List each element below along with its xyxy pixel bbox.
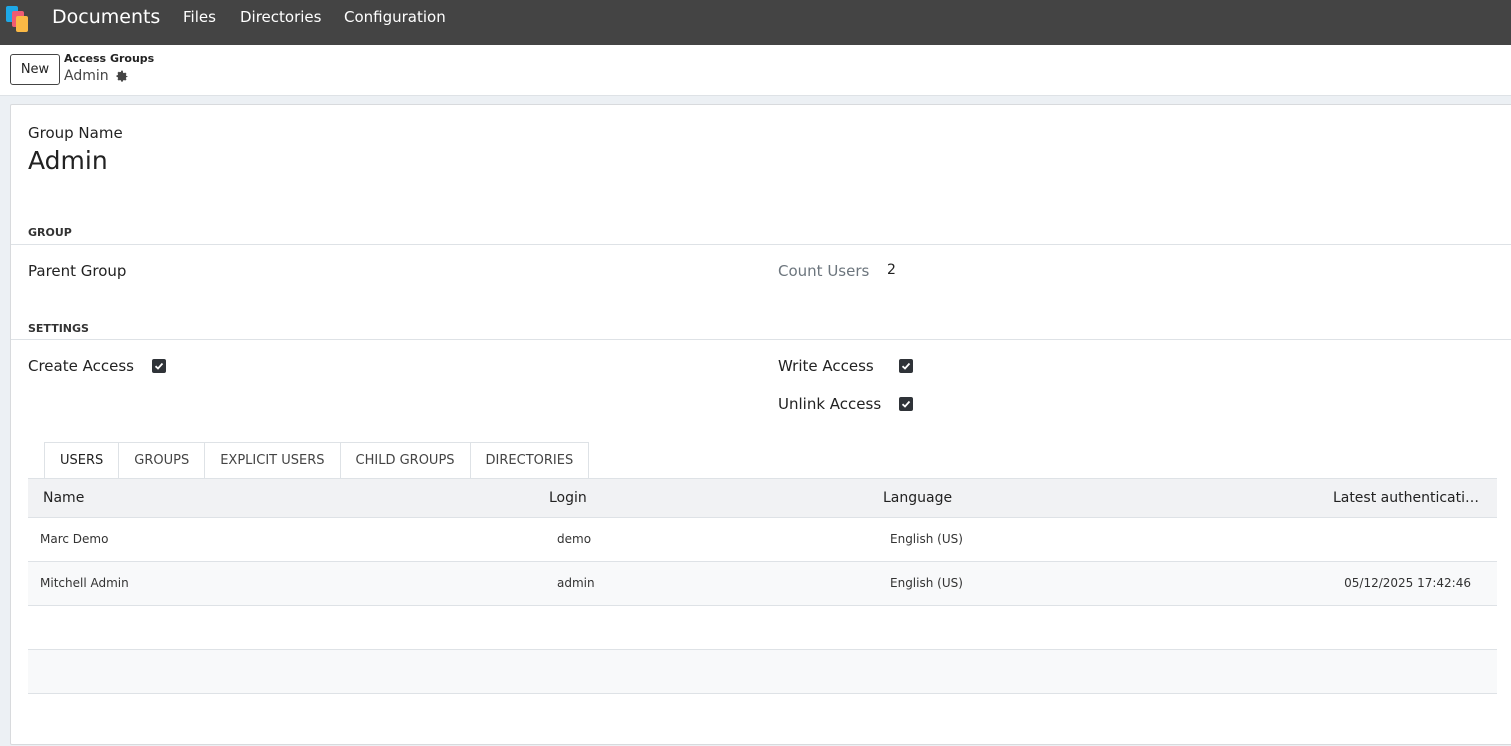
table-row[interactable]: Mitchell Admin admin English (US) 05/12/… bbox=[28, 562, 1497, 606]
notebook-tabs: USERS GROUPS EXPLICIT USERS CHILD GROUPS… bbox=[44, 442, 590, 479]
column-header-name[interactable]: Name bbox=[43, 479, 84, 517]
empty-table-row bbox=[28, 650, 1497, 694]
app-name[interactable]: Documents bbox=[52, 0, 160, 35]
section-divider bbox=[11, 244, 1511, 245]
column-header-latest-authentication[interactable]: Latest authenticati… bbox=[1333, 479, 1479, 517]
parent-group-label: Parent Group bbox=[28, 262, 127, 280]
cell-name: Marc Demo bbox=[40, 532, 109, 546]
count-users-label: Count Users bbox=[778, 262, 870, 280]
cell-login: admin bbox=[557, 576, 595, 590]
breadcrumb-access-groups[interactable]: Access Groups bbox=[64, 52, 154, 65]
breadcrumb-current: Admin bbox=[64, 68, 109, 84]
gear-icon[interactable] bbox=[115, 70, 129, 84]
cell-language: English (US) bbox=[890, 576, 963, 590]
column-header-language[interactable]: Language bbox=[883, 479, 952, 517]
write-access-checkbox[interactable] bbox=[899, 359, 913, 373]
cell-language: English (US) bbox=[890, 532, 963, 546]
menu-item-configuration[interactable]: Configuration bbox=[344, 0, 446, 35]
control-panel: New Access Groups Admin bbox=[0, 45, 1511, 96]
check-icon bbox=[901, 400, 911, 408]
menu-item-directories[interactable]: Directories bbox=[240, 0, 321, 35]
check-icon bbox=[154, 362, 164, 370]
documents-app-icon[interactable] bbox=[5, 5, 31, 33]
cell-login: demo bbox=[557, 532, 592, 546]
tab-users[interactable]: USERS bbox=[44, 442, 120, 479]
form-sheet: Group Name Admin GROUP Parent Group Coun… bbox=[10, 104, 1511, 745]
write-access-label: Write Access bbox=[778, 357, 874, 375]
top-navbar: Documents Files Directories Configuratio… bbox=[0, 0, 1511, 45]
group-name-label: Group Name bbox=[28, 124, 123, 142]
column-header-login[interactable]: Login bbox=[549, 479, 587, 517]
empty-table-row bbox=[28, 606, 1497, 650]
cell-latest-auth: 05/12/2025 17:42:46 bbox=[1344, 576, 1471, 590]
section-group-heading: GROUP bbox=[28, 226, 72, 239]
tab-explicit-users[interactable]: EXPLICIT USERS bbox=[205, 442, 341, 479]
create-access-checkbox[interactable] bbox=[152, 359, 166, 373]
users-table: Name Login Language Latest authenticati…… bbox=[28, 478, 1497, 694]
unlink-access-label: Unlink Access bbox=[778, 395, 882, 413]
cell-name: Mitchell Admin bbox=[40, 576, 129, 590]
tab-directories[interactable]: DIRECTORIES bbox=[470, 442, 590, 479]
section-divider bbox=[11, 339, 1511, 340]
group-name-field[interactable]: Admin bbox=[28, 146, 108, 175]
unlink-access-checkbox[interactable] bbox=[899, 397, 913, 411]
section-settings-heading: SETTINGS bbox=[28, 322, 89, 335]
check-icon bbox=[901, 362, 911, 370]
table-row[interactable]: Marc Demo demo English (US) bbox=[28, 518, 1497, 562]
table-header: Name Login Language Latest authenticati… bbox=[28, 478, 1497, 518]
new-button[interactable]: New bbox=[10, 54, 60, 85]
tab-groups[interactable]: GROUPS bbox=[119, 442, 206, 479]
tab-child-groups[interactable]: CHILD GROUPS bbox=[340, 442, 471, 479]
menu-item-files[interactable]: Files bbox=[183, 0, 216, 35]
count-users-value: 2 bbox=[887, 262, 896, 278]
create-access-label: Create Access bbox=[28, 357, 134, 375]
